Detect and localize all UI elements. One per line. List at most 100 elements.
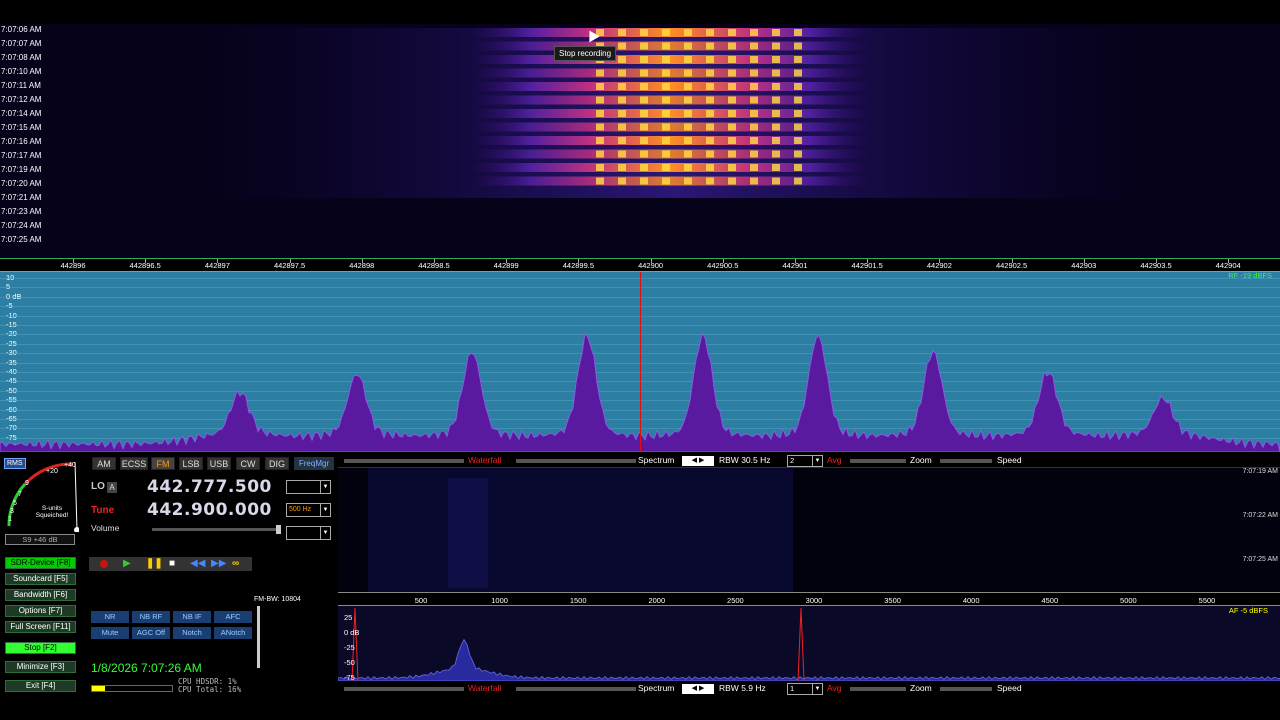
af-db-label: 25 xyxy=(344,613,353,622)
af-frequency-scale[interactable]: 500 1000 1500 2000 2500 3000 3500 4000 4500 5000 5… xyxy=(338,592,1280,606)
freq-tick xyxy=(939,259,941,263)
af-waterfall[interactable]: 7:07:19 AM 7:07:22 AM 7:07:25 AM xyxy=(338,467,1280,593)
freq-tick xyxy=(506,259,508,263)
volume-knob[interactable] xyxy=(276,525,281,534)
stop-icon[interactable]: ■ xyxy=(169,557,175,571)
speed-label-b: Speed xyxy=(997,683,1022,693)
freqmgr-button[interactable]: FreqMgr xyxy=(294,457,334,470)
freq-tick xyxy=(289,259,291,263)
freq-tick xyxy=(650,259,652,263)
zoom-label: Zoom xyxy=(910,455,932,465)
spectrum-arrows-b[interactable]: ◀ ▶ xyxy=(682,684,714,694)
mode-fm-button[interactable]: FM xyxy=(151,457,175,470)
chevron-down-icon: ▼ xyxy=(320,527,330,539)
waterfall-time-label: 7:07:14 AM xyxy=(1,109,42,118)
side-button-soundcard[interactable]: Soundcard [F5] xyxy=(5,573,76,585)
af-tick-label: 3500 xyxy=(884,596,901,605)
af-db-label: 0 dB xyxy=(344,628,360,637)
avg-value: 2 xyxy=(790,456,795,465)
side-button-minimize[interactable]: Minimize [F3] xyxy=(5,661,76,673)
waterfall-time-label: 7:07:25 AM xyxy=(1,235,42,244)
avg-select-b[interactable]: 1 ▼ xyxy=(787,683,823,695)
side-button-options[interactable]: Options [F7] xyxy=(5,605,76,617)
mode-usb-button[interactable]: USB xyxy=(207,457,231,470)
mode-lsb-button[interactable]: LSB xyxy=(179,457,203,470)
freq-tick xyxy=(145,259,147,263)
freq-tick xyxy=(1011,259,1013,263)
frequency-scale[interactable]: 442896 442896.5 442897 442897.5 442898 442898… xyxy=(0,258,1280,272)
af-tick-label: 2500 xyxy=(727,596,744,605)
af-tick-label: 3000 xyxy=(805,596,823,605)
avg-select[interactable]: 2 ▼ xyxy=(787,455,823,467)
loop-icon[interactable]: ∞ xyxy=(232,557,239,571)
mode-dig-button[interactable]: DIG xyxy=(265,457,289,470)
rewind-icon[interactable]: ◀◀ xyxy=(190,557,205,571)
lo-frequency[interactable]: 442.777.500 xyxy=(147,477,272,497)
mode-ecss-button[interactable]: ECSS xyxy=(120,457,148,470)
tune-marker[interactable] xyxy=(640,272,641,452)
play-icon[interactable]: ▶ xyxy=(123,557,131,571)
slider-2b[interactable] xyxy=(516,687,636,691)
af-tick-label: 5000 xyxy=(1120,596,1137,605)
lo-label: LO xyxy=(91,481,105,492)
slider-2[interactable] xyxy=(516,459,636,463)
slider-3[interactable] xyxy=(850,459,906,463)
slider-4[interactable] xyxy=(940,459,992,463)
slider-4b[interactable] xyxy=(940,687,992,691)
rf-waterfall[interactable]: 7:07:06 AM 7:07:07 AM 7:07:08 AM 7:07:10 AM… xyxy=(0,24,1280,258)
freq-tick xyxy=(1156,259,1157,263)
side-button-full[interactable]: Full Screen [F11] xyxy=(5,621,76,633)
rf-spectrum[interactable]: 1050 dB-5-10-15-20-25-30-35-40-45-50-55-… xyxy=(0,272,1280,452)
tune-frequency[interactable]: 442.900.000 xyxy=(147,500,272,520)
side-button-exit[interactable]: Exit [F4] xyxy=(5,680,76,692)
af-spectrum[interactable]: 25 0 dB -25 -50 -75 xyxy=(338,606,1280,681)
slider-1[interactable] xyxy=(344,459,464,463)
dsp-notch-button[interactable]: Notch xyxy=(173,627,211,639)
lo-select[interactable]: ▼ xyxy=(286,480,331,494)
dsp-nb-if-button[interactable]: NB IF xyxy=(173,611,211,623)
af-tick-label: 500 xyxy=(414,596,428,605)
pause-icon[interactable]: ❚❚ xyxy=(146,557,163,571)
dsp-anotch-button[interactable]: ANotch xyxy=(214,627,252,639)
fm-bandwidth: FM-BW: 10804 xyxy=(254,596,301,603)
slider-3b[interactable] xyxy=(850,687,906,691)
dsp-agc-off-button[interactable]: AGC Off xyxy=(132,627,170,639)
spectrum-label-b: Spectrum xyxy=(638,683,675,693)
freq-tick xyxy=(1083,259,1085,263)
side-button-sdrdevice[interactable]: SDR-Device [F8] xyxy=(5,557,76,569)
mode-cw-button[interactable]: CW xyxy=(236,457,260,470)
af-tick-label: 4000 xyxy=(962,596,980,605)
meter-scale-1: 1 xyxy=(8,516,12,523)
waterfall-time-label: 7:07:23 AM xyxy=(1,207,42,216)
cpu-bar-fill xyxy=(92,686,105,691)
waterfall-time-label: 7:07:12 AM xyxy=(1,95,42,104)
lo-badge[interactable]: A xyxy=(107,482,117,493)
rbw-label-b: RBW 5.9 Hz xyxy=(719,683,766,693)
slider-1b[interactable] xyxy=(344,687,464,691)
record-icon[interactable] xyxy=(100,560,108,568)
mode-am-button[interactable]: AM xyxy=(92,457,116,470)
af-tick-label: 5500 xyxy=(1198,596,1216,605)
volume-select[interactable]: ▼ xyxy=(286,526,331,540)
side-button-stop[interactable]: Stop [F2] xyxy=(5,642,76,654)
dsp-afc-button[interactable]: AFC xyxy=(214,611,252,623)
squelch-slider[interactable] xyxy=(257,606,260,668)
af-tick-label: 2000 xyxy=(648,596,666,605)
side-button-bandwidth[interactable]: Bandwidth [F6] xyxy=(5,589,76,601)
af-db-label: -75 xyxy=(344,673,355,681)
volume-slider[interactable] xyxy=(152,528,279,531)
spectrum-label: Spectrum xyxy=(638,455,675,465)
af-db-label: -25 xyxy=(344,643,355,652)
tune-step-select[interactable]: 500 Hz ▼ xyxy=(286,503,331,517)
rms-button[interactable]: RMS xyxy=(4,458,26,469)
waterfall-time-label: 7:07:16 AM xyxy=(1,137,42,146)
dsp-nr-button[interactable]: NR xyxy=(91,611,129,623)
rbw-label: RBW 30.5 Hz xyxy=(719,455,771,465)
dsp-mute-button[interactable]: Mute xyxy=(91,627,129,639)
forward-icon[interactable]: ▶▶ xyxy=(211,557,226,571)
meter-scale-9: 9 xyxy=(25,480,29,487)
af-waterfall-image xyxy=(368,468,793,593)
freq-tick xyxy=(73,259,74,263)
spectrum-arrows[interactable]: ◀ ▶ xyxy=(682,456,714,466)
dsp-nb-rf-button[interactable]: NB RF xyxy=(132,611,170,623)
